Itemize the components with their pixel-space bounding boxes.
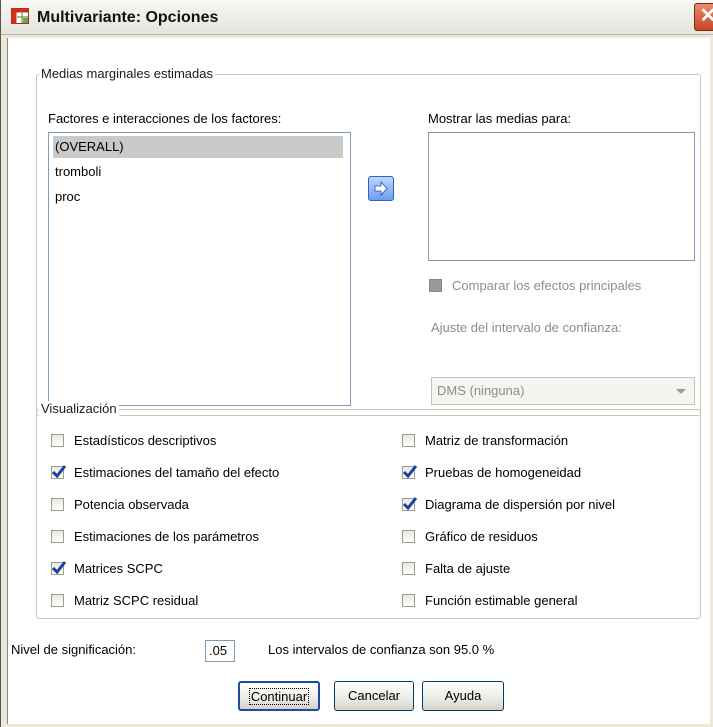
checkbox-label: Matrices SCPC (74, 561, 163, 576)
significance-input[interactable]: .05 (205, 640, 235, 662)
ci-adjust-dropdown[interactable]: DMS (ninguna) (431, 377, 695, 405)
checkbox-label: Estadísticos descriptivos (74, 433, 217, 448)
dropdown-value: DMS (ninguna) (437, 383, 525, 398)
factors-label: Factores e interacciones de los factores… (48, 111, 282, 126)
checkbox-label: Matriz de transformación (425, 433, 569, 448)
dialog-body: Medias marginales estimadas Factores e i… (7, 38, 710, 724)
title-bar[interactable]: Multivariante: Opciones ✕ (1, 0, 713, 35)
marginal-means-legend: Medias marginales estimadas (39, 66, 215, 81)
checkmark-icon (51, 465, 67, 479)
checkbox-box[interactable] (51, 434, 64, 447)
list-item[interactable]: (OVERALL) (53, 136, 343, 158)
checkbox-label: Falta de ajuste (425, 561, 511, 576)
checkbox-label: Gráfico de residuos (425, 529, 538, 544)
checkmark-icon (51, 561, 67, 575)
cancel-button[interactable]: Cancelar (334, 681, 414, 711)
checkbox-box[interactable] (51, 465, 67, 479)
checkbox-label: Diagrama de dispersión por nivel (425, 497, 616, 512)
checkbox-label: Comparar los efectos principales (452, 278, 642, 293)
significance-label: Nivel de significación: (11, 642, 137, 657)
list-item[interactable]: tromboli (53, 161, 101, 183)
checkbox-box[interactable] (51, 530, 64, 543)
options-dialog: Multivariante: Opciones ✕ Medias margina… (0, 0, 713, 727)
continue-label: Continuar (248, 688, 310, 705)
right-arrow-icon (374, 180, 388, 197)
checkbox-box[interactable] (402, 497, 418, 511)
display-means-label: Mostrar las medias para: (428, 111, 572, 126)
help-button[interactable]: Ayuda (422, 681, 504, 711)
checkbox-box[interactable] (51, 561, 67, 575)
checkbox-box[interactable] (402, 594, 415, 607)
window-title: Multivariante: Opciones (37, 9, 219, 26)
checkbox-box[interactable] (402, 434, 415, 447)
checkbox-box[interactable] (51, 498, 64, 511)
checkbox-label: Estimaciones del tamaño del efecto (74, 465, 280, 480)
checkbox-box[interactable] (51, 594, 64, 607)
close-button[interactable]: ✕ (694, 3, 713, 31)
chevron-down-icon (676, 389, 686, 394)
checkbox-label: Pruebas de homogeneidad (425, 465, 582, 480)
ci-text: Los intervalos de confianza son 95.0 % (268, 642, 495, 657)
display-legend: Visualización (39, 401, 119, 416)
checkbox-label: Estimaciones de los parámetros (74, 529, 259, 544)
factors-listbox[interactable]: (OVERALL) tromboli proc (48, 132, 351, 406)
checkbox-label: Función estimable general (425, 593, 578, 608)
checkbox-label: Potencia observada (74, 497, 189, 512)
spss-table-icon (11, 8, 29, 24)
move-right-button[interactable] (368, 176, 394, 201)
checkbox-box[interactable] (402, 530, 415, 543)
checkbox-box[interactable] (402, 562, 415, 575)
display-means-listbox[interactable] (428, 132, 695, 261)
checkmark-icon (402, 465, 418, 479)
checkbox-label: Matriz SCPC residual (74, 593, 199, 608)
checkmark-icon (402, 497, 418, 511)
checkbox-box[interactable] (402, 465, 418, 479)
list-item[interactable]: proc (53, 186, 80, 208)
continue-button[interactable]: Continuar (238, 681, 320, 711)
ci-adjust-label: Ajuste del intervalo de confianza: (431, 320, 622, 335)
checkbox-box[interactable] (429, 279, 442, 292)
